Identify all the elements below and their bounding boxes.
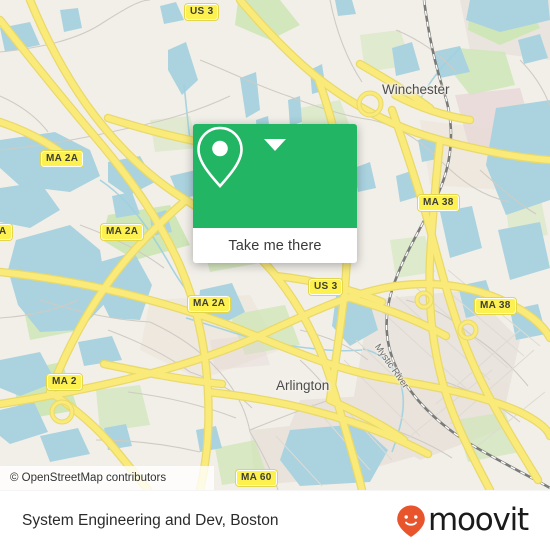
place-label-arlington: Arlington: [276, 378, 330, 393]
moovit-wordmark: moovit: [427, 502, 529, 538]
take-me-there-label: Take me there: [228, 237, 322, 254]
road-shield-ma-38-east[interactable]: MA 38: [474, 297, 517, 315]
road-shield-ma-2a-mid[interactable]: MA 2A: [99, 223, 145, 241]
attribution-text: © OpenStreetMap contributors: [10, 472, 167, 484]
map-pin-icon: [197, 126, 243, 188]
road-shield-ma-38-north[interactable]: MA 38: [417, 194, 460, 212]
footer-bar: System Engineering and Dev, Boston moovi…: [0, 490, 550, 550]
road-shield-us-3-north[interactable]: US 3: [183, 3, 220, 21]
page-title: System Engineering and Dev, Boston: [22, 511, 279, 529]
moovit-pin-icon: [397, 505, 425, 537]
map-attribution[interactable]: © OpenStreetMap contributors: [0, 466, 214, 490]
map-canvas[interactable]: Winchester Arlington Mystic River US 3 M…: [0, 0, 550, 490]
popup-action-row[interactable]: Take me there: [193, 228, 357, 263]
place-label-winchester: Winchester: [382, 82, 450, 97]
map-screenshot: Winchester Arlington Mystic River US 3 M…: [0, 0, 550, 550]
road-shield-ma-60[interactable]: MA 60: [235, 469, 278, 487]
road-shield-ma-2a-south[interactable]: MA 2A: [186, 295, 232, 313]
road-shield-ma-2a-west[interactable]: MA 2A: [39, 150, 85, 168]
road-shield-ma-2[interactable]: MA 2: [46, 373, 83, 391]
road-shield-us-3-south[interactable]: US 3: [307, 278, 344, 296]
popup-tail-arrow: [264, 139, 286, 151]
road-shield-edge-a[interactable]: A: [0, 223, 13, 241]
moovit-brand[interactable]: moovit: [396, 502, 529, 538]
